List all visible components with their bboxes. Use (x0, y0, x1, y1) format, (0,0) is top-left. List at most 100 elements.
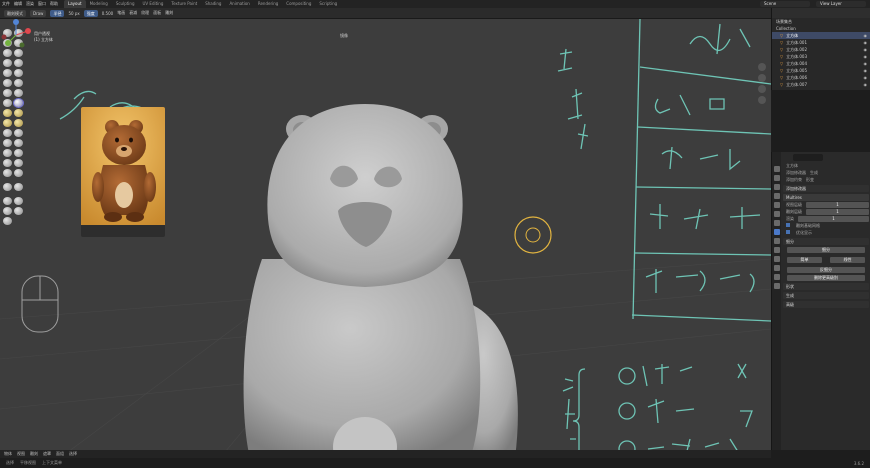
scene-tab-icon[interactable] (773, 202, 780, 208)
scene-selector[interactable]: Scene (760, 1, 810, 7)
footer-item-object[interactable]: 物体 (4, 451, 12, 457)
mesh-filter-icon[interactable] (3, 183, 12, 191)
render-tab-icon[interactable] (773, 175, 780, 181)
footer-item-mask[interactable]: 遮罩 (43, 451, 51, 457)
modifier-header[interactable]: Multires (783, 194, 869, 201)
menu-item-window[interactable]: 窗口 (38, 1, 46, 7)
3d-viewport[interactable]: 用户透视 (1) 立方体 镜像 (0, 19, 771, 458)
menu-item-render[interactable]: 渲染 (26, 1, 34, 7)
sculpt-levels-field[interactable]: 1 (806, 209, 869, 215)
inflate-brush-icon[interactable] (3, 59, 12, 67)
texture-tab-icon[interactable] (773, 283, 780, 289)
tab-shading[interactable]: Shading (201, 0, 225, 8)
tab-sculpting[interactable]: Sculpting (112, 0, 139, 8)
subdivide-button[interactable]: 细分 (787, 247, 865, 253)
world-tab-icon[interactable] (773, 211, 780, 217)
simplify-brush-icon[interactable] (14, 149, 23, 157)
outliner-collection[interactable]: Collection (772, 25, 870, 32)
add-modifier-section[interactable]: 添加修改器 (783, 185, 869, 192)
pose-brush-icon[interactable] (14, 119, 23, 127)
menu-item-edit[interactable]: 编辑 (14, 1, 22, 7)
outliner-item[interactable]: ▽ 立方体.007 ◉ (772, 81, 870, 88)
tab-compositing[interactable]: Compositing (282, 0, 315, 8)
object-name[interactable]: 立方体 (786, 163, 798, 169)
generate-panel[interactable]: 生成 (783, 292, 869, 299)
menu-panel[interactable]: 面板 (153, 10, 161, 16)
radius-value[interactable]: 50 px (68, 11, 79, 16)
sculpt-base-mesh-row[interactable]: 雕刻基础网格 (783, 223, 869, 229)
outliner-item[interactable]: ▽ 立方体.002 ◉ (772, 46, 870, 53)
box-mask-icon[interactable] (3, 169, 12, 177)
shape-panel[interactable]: 形状 (783, 283, 869, 290)
constraints-tab-icon[interactable] (773, 256, 780, 262)
rotate-brush-icon[interactable] (14, 129, 23, 137)
mask-brush-icon[interactable] (3, 159, 12, 167)
elastic-deform-brush-icon[interactable] (3, 109, 12, 117)
strength-value[interactable]: 0.500 (102, 11, 113, 16)
flatten-brush-icon[interactable] (3, 79, 12, 87)
generate-label[interactable]: 生成 (810, 170, 818, 176)
subdivision-section[interactable]: 细分 (783, 238, 869, 245)
fill-brush-icon[interactable] (14, 79, 23, 87)
tab-animation[interactable]: Animation (225, 0, 253, 8)
cloth-brush-icon[interactable] (3, 149, 12, 157)
tab-rendering[interactable]: Rendering (254, 0, 282, 8)
linear-button[interactable]: 线性 (830, 257, 865, 263)
eye-icon[interactable]: ◉ (864, 74, 868, 81)
properties-search-input[interactable] (793, 154, 823, 161)
delete-higher-button[interactable]: 删除更高级别 (787, 275, 865, 281)
checkbox-icon[interactable] (786, 230, 790, 234)
eye-icon[interactable]: ◉ (864, 32, 868, 39)
view-layer-tab-icon[interactable] (773, 193, 780, 199)
scale-tool-icon[interactable] (3, 207, 12, 215)
box-hide-icon[interactable] (14, 169, 23, 177)
crease-brush-icon[interactable] (3, 69, 12, 77)
outliner-item[interactable]: ▽ 立方体.005 ◉ (772, 67, 870, 74)
blob-brush-icon[interactable] (14, 59, 23, 67)
unsubdivide-button[interactable]: 反细分 (787, 267, 865, 273)
levels-viewport-field[interactable]: 1 (806, 202, 869, 208)
slide-relax-brush-icon[interactable] (3, 139, 12, 147)
data-tab-icon[interactable] (773, 265, 780, 271)
nudge-brush-icon[interactable] (3, 129, 12, 137)
boundary-brush-icon[interactable] (14, 139, 23, 147)
outliner-item[interactable]: ▽ 立方体.006 ◉ (772, 74, 870, 81)
footer-item-view[interactable]: 视图 (17, 451, 25, 457)
tab-layout[interactable]: Layout (64, 0, 86, 8)
eye-icon[interactable]: ◉ (864, 81, 868, 88)
footer-item-sculpt[interactable]: 雕刻 (30, 451, 38, 457)
physics-tab-icon[interactable] (773, 247, 780, 253)
pinch-brush-icon[interactable] (3, 99, 12, 107)
modifier-tab-icon[interactable] (773, 229, 780, 235)
rotate-tool-icon[interactable] (14, 197, 23, 205)
menu-item-file[interactable]: 文件 (2, 1, 10, 7)
mirror-label[interactable]: 镜像 (340, 33, 348, 39)
tab-scripting[interactable]: Scripting (315, 0, 341, 8)
navigation-gizmo-icon[interactable] (0, 19, 32, 51)
smooth-brush-icon[interactable] (14, 69, 23, 77)
advanced-panel[interactable]: 高级 (783, 301, 869, 308)
draw-face-sets-icon[interactable] (14, 159, 23, 167)
outliner-item[interactable]: ▽ 立方体 ◉ (772, 32, 870, 39)
render-levels-field[interactable]: 1 (798, 216, 869, 222)
view-layer-selector[interactable]: View Layer (816, 1, 866, 7)
camera-view-icon[interactable] (758, 85, 766, 93)
output-tab-icon[interactable] (773, 184, 780, 190)
perspective-toggle-icon[interactable] (758, 96, 766, 104)
eye-icon[interactable]: ◉ (864, 53, 868, 60)
menu-item-help[interactable]: 帮助 (50, 1, 58, 7)
scrape-brush-icon[interactable] (3, 89, 12, 97)
tab-uv-editing[interactable]: UV Editing (139, 0, 168, 8)
menu-texture[interactable]: 纹理 (141, 10, 149, 16)
eye-icon[interactable]: ◉ (864, 67, 868, 74)
checkbox-icon[interactable] (786, 223, 790, 227)
thumb-brush-icon[interactable] (3, 119, 12, 127)
optimal-display-row[interactable]: 优化显示 (783, 230, 869, 236)
mode-selector[interactable]: 雕刻模式 (4, 9, 26, 17)
grab-brush-icon[interactable] (14, 99, 23, 107)
object-tab-icon[interactable] (773, 220, 780, 226)
transform-tool-icon[interactable] (14, 207, 23, 215)
deform-label[interactable]: 形变 (806, 177, 814, 183)
snake-hook-brush-icon[interactable] (14, 109, 23, 117)
brush-selector[interactable]: Draw (30, 9, 47, 17)
